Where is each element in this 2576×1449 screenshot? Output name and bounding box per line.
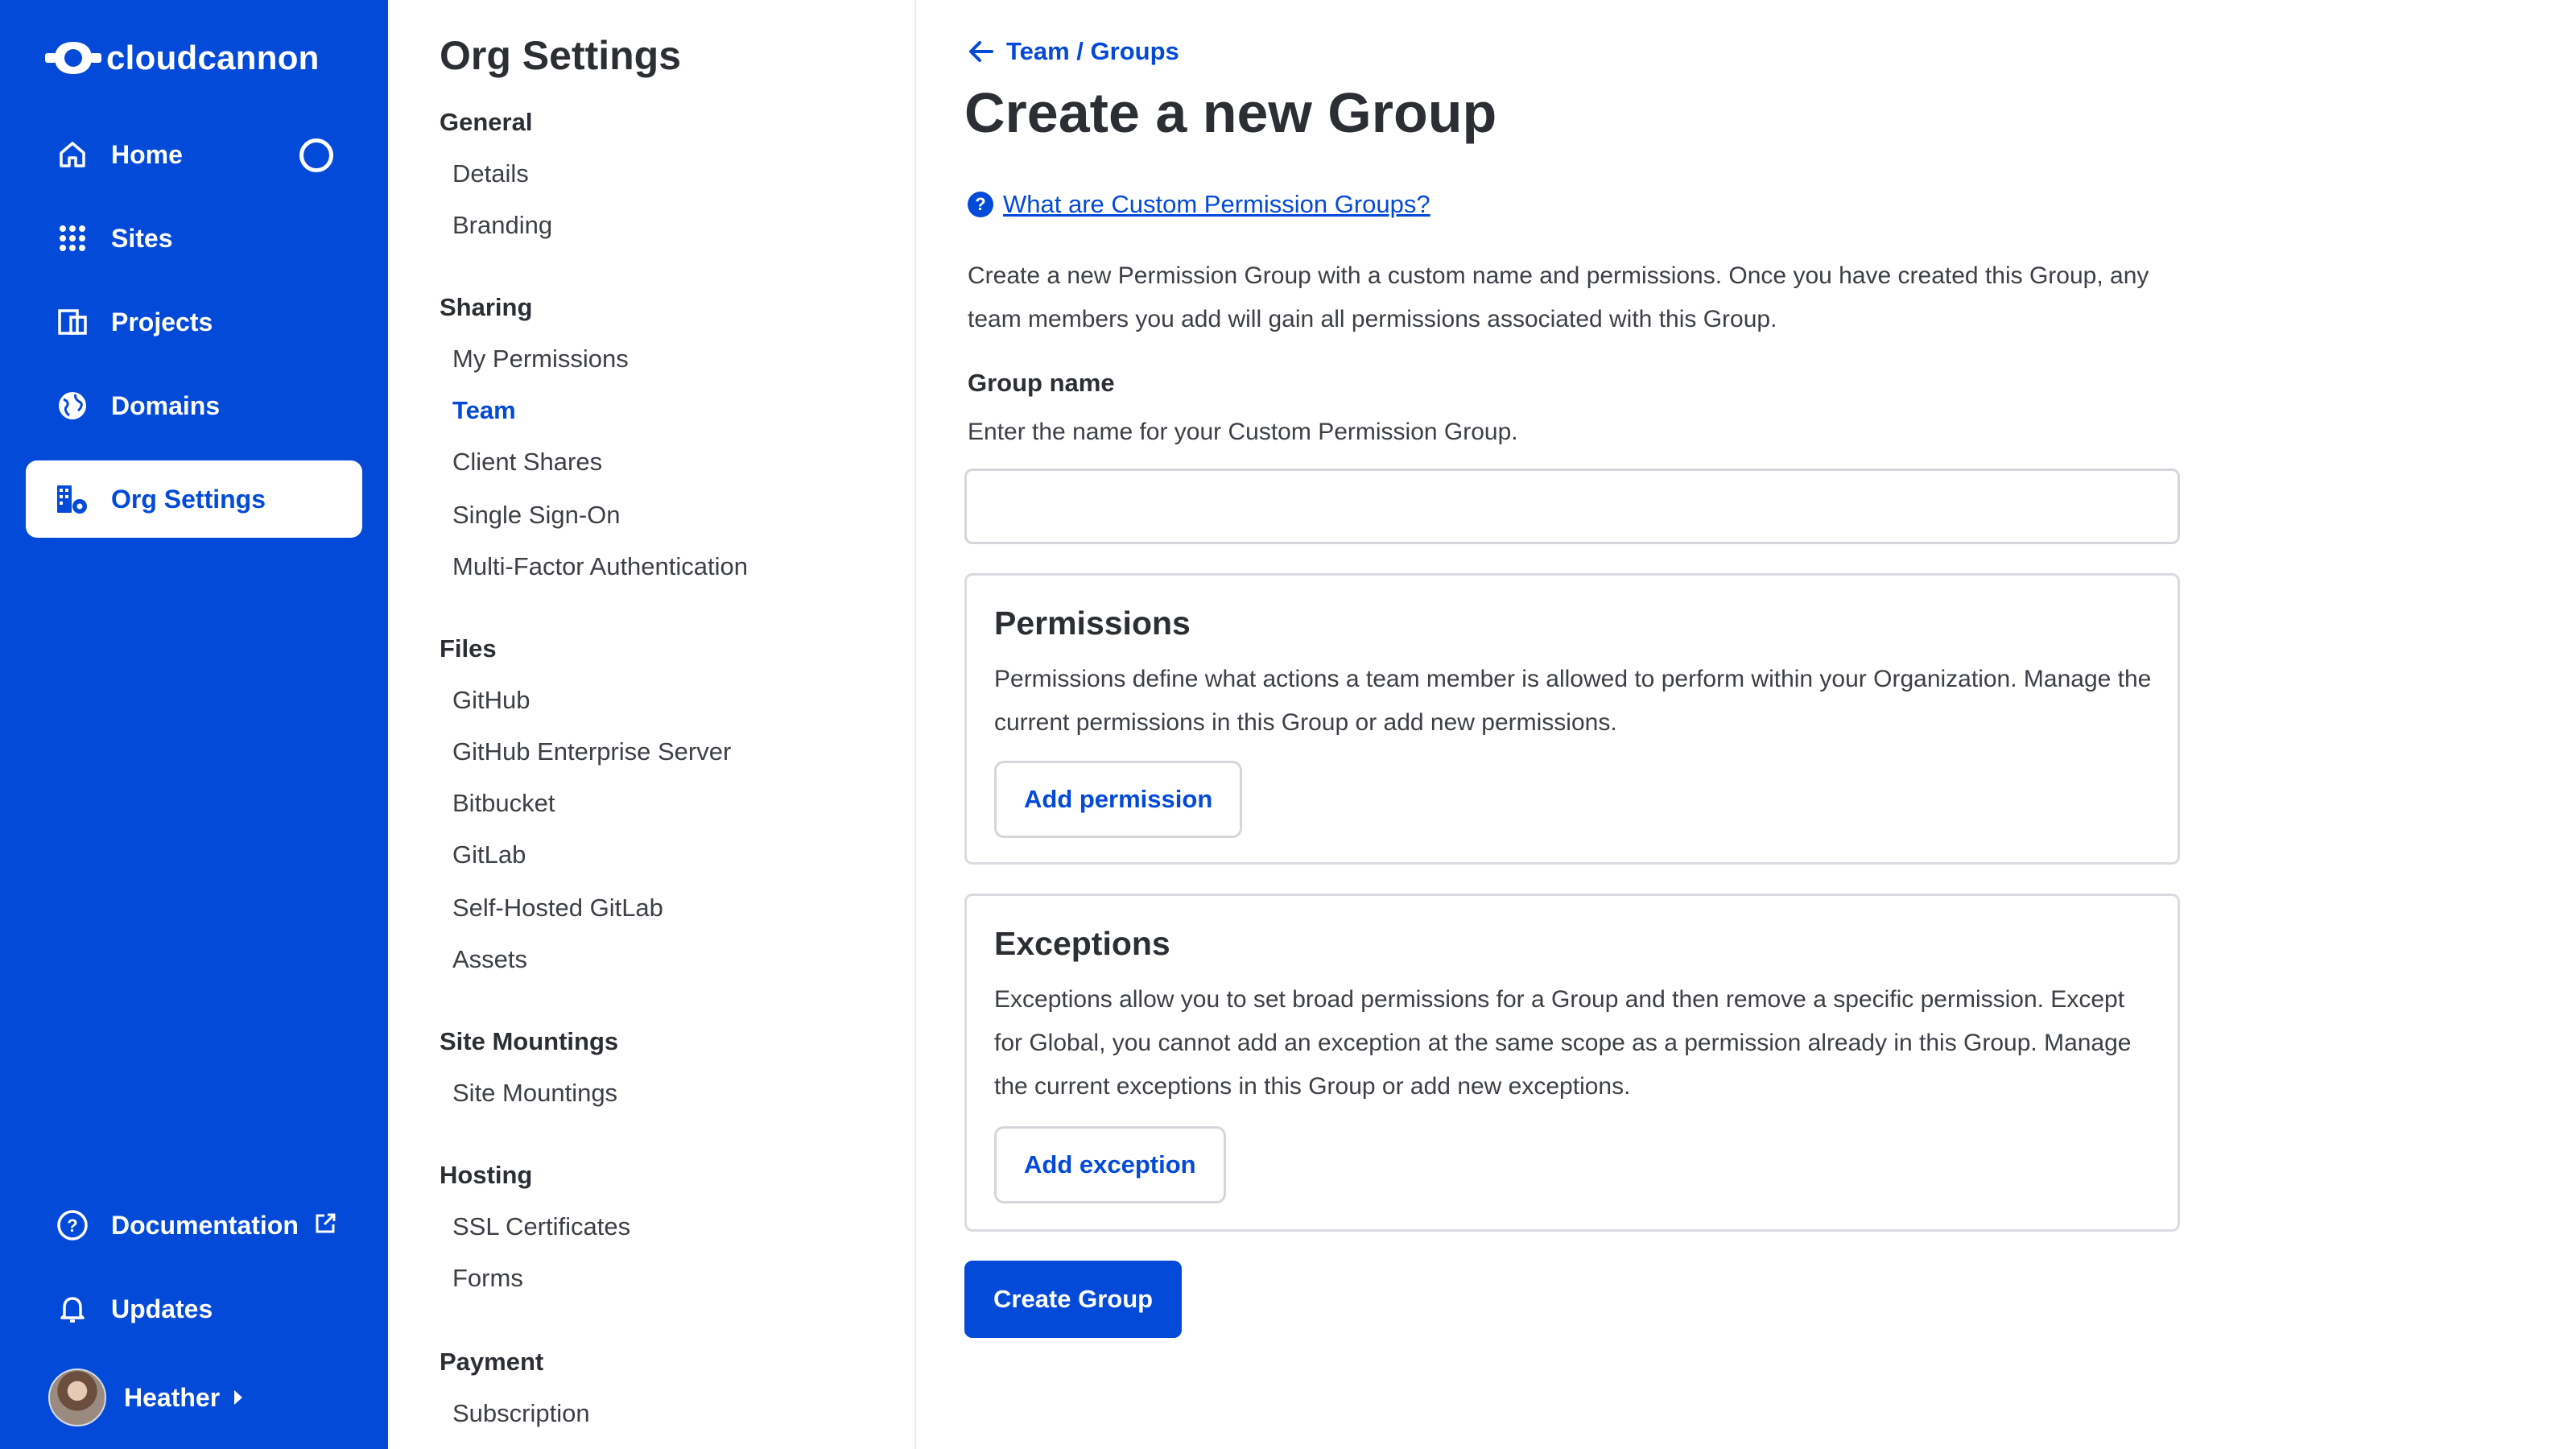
settings-menu: Org Settings General Details Branding Sh… [388,0,916,1449]
create-group-button[interactable]: Create Group [964,1261,1183,1338]
svg-text:?: ? [67,1216,77,1236]
add-permission-button[interactable]: Add permission [994,761,1243,838]
home-icon [55,137,90,172]
menu-item-details[interactable]: Details [452,159,529,188]
section-heading-payment: Payment [440,1348,544,1376]
menu-item-my-permissions[interactable]: My Permissions [452,345,629,374]
help-circle-icon: ? [55,1208,90,1243]
globe-icon [55,388,90,423]
cloudcannon-logo-icon [45,42,101,74]
nav-label: Updates [111,1294,213,1323]
question-circle-icon: ? [968,192,993,217]
main-content: Team / Groups Create a new Group ? What … [916,0,2576,1449]
help-link[interactable]: ? What are Custom Permission Groups? [968,190,1430,219]
nav-label: Home [111,139,183,169]
brand-name: cloudcannon [106,39,320,76]
breadcrumb-label: Team / Groups [1006,37,1179,65]
nav-label: Documentation [111,1210,299,1240]
menu-item-client-shares[interactable]: Client Shares [452,448,602,477]
group-name-input[interactable] [964,469,2180,544]
arrow-left-icon [969,41,993,62]
menu-item-assets[interactable]: Assets [452,945,527,974]
section-heading-site-mountings: Site Mountings [440,1027,619,1055]
menu-item-single-sign-on[interactable]: Single Sign-On [452,501,621,530]
nav-label: Domains [111,390,221,420]
menu-item-ssl-certificates[interactable]: SSL Certificates [452,1212,630,1241]
projects-icon [55,304,90,340]
grid-icon [55,221,90,256]
brand-logo[interactable]: cloudcannon [45,35,320,80]
menu-item-team[interactable]: Team [452,396,516,425]
menu-item-self-hosted-gitlab[interactable]: Self-Hosted GitLab [452,894,663,923]
exceptions-card: Exceptions Exceptions allow you to set b… [964,894,2180,1232]
exceptions-description: Exceptions allow you to set broad permis… [994,986,2132,1100]
menu-item-site-mountings[interactable]: Site Mountings [452,1079,617,1108]
page-title: Create a new Group [964,81,1497,144]
nav-item-documentation[interactable]: ? Documentation [26,1187,362,1264]
menu-item-bitbucket[interactable]: Bitbucket [452,789,555,818]
menu-item-gitlab[interactable]: GitLab [452,840,526,869]
exceptions-title: Exceptions [994,925,1170,962]
menu-item-github[interactable]: GitHub [452,686,530,715]
nav-item-updates[interactable]: Updates [26,1270,362,1348]
permissions-title: Permissions [994,605,1191,642]
group-name-help: Enter the name for your Custom Permissio… [968,419,1518,445]
nav-item-domains[interactable]: Domains [26,367,362,444]
group-name-label: Group name [968,369,1115,397]
section-heading-hosting: Hosting [440,1161,533,1189]
section-heading-sharing: Sharing [440,293,533,321]
external-link-icon [313,1212,337,1240]
org-settings-icon [55,481,90,517]
breadcrumb[interactable]: Team / Groups [968,37,1179,66]
menu-item-multi-factor-authentication[interactable]: Multi-Factor Authentication [452,552,748,581]
section-heading-files: Files [440,634,497,663]
section-heading-general: General [440,108,533,136]
caret-right-icon [234,1390,243,1405]
nav-label: Projects [111,307,213,336]
menu-item-subscription[interactable]: Subscription [452,1399,590,1428]
menu-item-branding[interactable]: Branding [452,211,552,240]
menu-item-github-enterprise-server[interactable]: GitHub Enterprise Server [452,737,731,766]
permissions-card: Permissions Permissions define what acti… [964,573,2180,865]
permissions-description: Permissions define what actions a team m… [994,666,2152,736]
intro-text: Create a new Permission Group with a cus… [968,262,2149,332]
bell-icon [55,1291,90,1327]
nav-item-projects[interactable]: Projects [26,283,362,361]
main-sidebar: cloudcannon Home Sites Projects Domains [0,0,388,1449]
nav-item-org-settings[interactable]: Org Settings [26,460,362,538]
nav-item-sites[interactable]: Sites [26,200,362,277]
status-indicator-icon[interactable] [299,138,333,172]
user-name: Heather [124,1382,221,1412]
nav-label: Org Settings [111,484,266,514]
avatar [48,1368,106,1426]
add-exception-button[interactable]: Add exception [994,1126,1226,1203]
help-link-text[interactable]: What are Custom Permission Groups? [1003,190,1430,219]
nav-label: Sites [111,223,173,253]
settings-menu-title: Org Settings [440,33,682,78]
user-menu[interactable]: Heather [48,1368,243,1426]
menu-item-forms[interactable]: Forms [452,1264,523,1293]
